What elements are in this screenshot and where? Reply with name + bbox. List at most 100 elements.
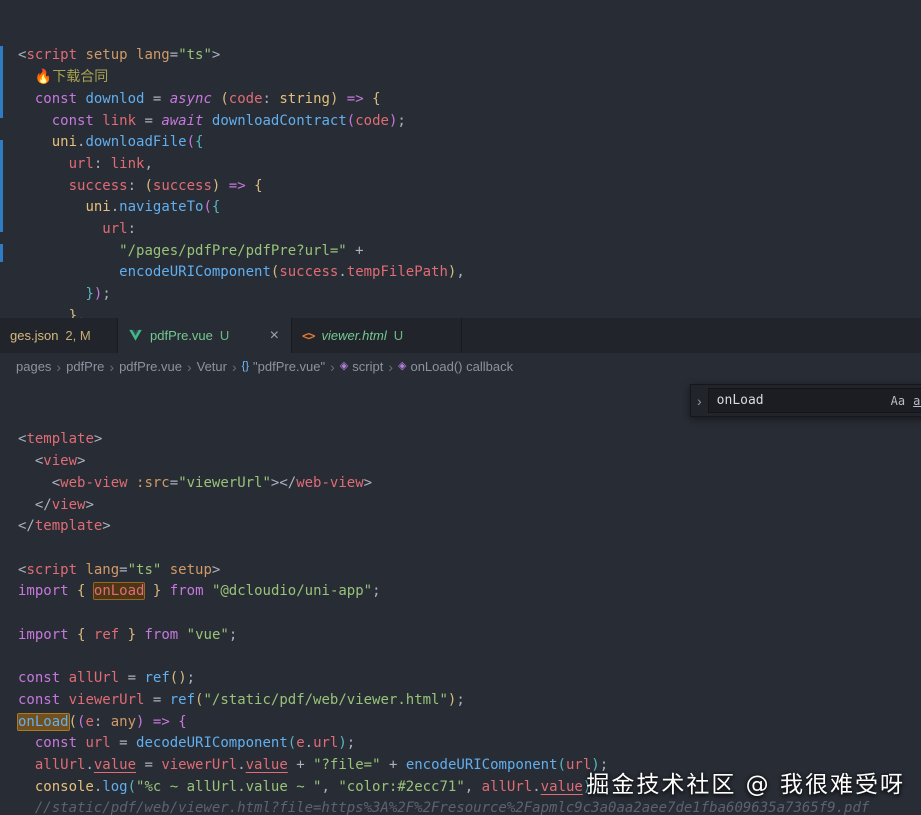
code-line[interactable]: 🔥下载合同 [18,67,921,89]
code-token: "viewerUrl" [178,475,271,491]
code-token: , [456,264,464,280]
code-token: const [35,735,77,751]
code-token [170,714,178,730]
code-token: ( [220,91,228,107]
code-line[interactable]: }); [18,284,921,306]
code-line[interactable]: const downlod = async (code: string) => … [18,89,921,111]
code-token: ( [69,714,77,730]
code-line[interactable] [18,538,921,560]
code-token: viewerUrl [60,692,144,708]
breadcrumb-label: pdfPre [66,359,104,374]
code-token: : [263,91,280,107]
code-token: = [111,735,136,751]
breadcrumb-item-pdfpre-vue[interactable]: pdfPre.vue [119,359,182,374]
code-token [144,583,152,599]
code-token: log [102,779,127,795]
close-icon[interactable]: × [268,328,281,344]
code-token: :src [128,475,170,491]
code-token: : [94,714,111,730]
code-line[interactable]: <script lang="ts" setup> [18,560,921,582]
code-line[interactable] [18,646,921,668]
code-token: //static/pdf/web/viewer.html?file=https%… [18,800,869,815]
code-token: </ [18,518,35,534]
whole-word-toggle-icon[interactable]: ab [910,392,921,410]
code-line[interactable]: const viewerUrl = ref("/static/pdf/web/v… [18,690,921,712]
code-token: template [26,431,93,447]
code-token: } [69,308,77,318]
code-token: ( [144,178,152,194]
editor-top[interactable]: <script setup lang="ts"> 🔥下载合同 const dow… [0,0,921,318]
tab-pdfpre-vue[interactable]: pdfPre.vue U × [118,318,292,353]
code-token: "color:#2ecc71" [338,779,464,795]
code-token [18,735,35,751]
code-token: url [102,221,127,237]
code-token: } [85,286,93,302]
code-token: script [26,47,77,63]
code-line[interactable]: </view> [18,495,921,517]
code-line[interactable]: </template> [18,516,921,538]
code-line[interactable]: const link = await downloadContract(code… [18,111,921,133]
breadcrumb-item-vetur[interactable]: Vetur [197,359,227,374]
code-token: } [128,627,136,643]
code-token [204,583,212,599]
code-token: "/static/pdf/web/viewer.html" [203,692,447,708]
code-line[interactable]: url: [18,219,921,241]
breadcrumb-item-script[interactable]: ◈script [340,359,384,374]
code-line[interactable]: }, [18,306,921,318]
code-token [18,199,85,215]
code-token: from [170,583,204,599]
code-token: </ [18,497,52,513]
breadcrumb-item-pdfpre-vue-symbol[interactable]: {} "pdfPre.vue" [242,359,325,374]
code-line[interactable]: "/pages/pdfPre/pdfPre?url=" + [18,241,921,263]
code-token: < [18,453,43,469]
code-line[interactable]: //static/pdf/web/viewer.html?file=https%… [18,798,921,815]
code-token: = [170,475,178,491]
code-token [69,627,77,643]
editor-bottom[interactable]: <template> <view> <web-view :src="viewer… [0,380,921,815]
find-input[interactable] [717,393,886,408]
code-line[interactable]: import { ref } from "vue"; [18,625,921,647]
code-line[interactable]: uni.navigateTo({ [18,197,921,219]
code-token [18,178,69,194]
code-token [18,134,52,150]
code-token: url [313,735,338,751]
code-token: > [102,518,110,534]
code-token: url [69,156,94,172]
breadcrumb-item-onload-callback[interactable]: ◈onLoad() callback [398,359,513,374]
code-line[interactable]: <template> [18,429,921,451]
code-token: ; [102,286,110,302]
code-token: . [237,757,245,773]
tab-bar-empty-space [462,318,921,353]
code-line[interactable]: uni.downloadFile({ [18,132,921,154]
code-line[interactable]: <script setup lang="ts"> [18,45,921,67]
code-token: "@dcloudio/uni-app" [212,583,372,599]
code-line[interactable]: const allUrl = ref(); [18,668,921,690]
code-line[interactable]: const url = decodeURIComponent(e.url); [18,733,921,755]
breadcrumb-label: "pdfPre.vue" [253,359,325,374]
code-token: allUrl [482,779,533,795]
tab-viewer-html[interactable]: <> viewer.html U [292,318,462,353]
code-line[interactable] [18,603,921,625]
code-line[interactable]: encodeURIComponent(success.tempFilePath)… [18,262,921,284]
braces-icon: {} [242,361,249,372]
code-token [18,113,52,129]
code-line[interactable]: import { onLoad } from "@dcloudio/uni-ap… [18,581,921,603]
code-line[interactable]: <web-view :src="viewerUrl"></web-view> [18,473,921,495]
breadcrumb-item-pages[interactable]: pages [16,359,51,374]
breadcrumb-item-pdfpre[interactable]: pdfPre [66,359,104,374]
code-line[interactable]: url: link, [18,154,921,176]
code-line[interactable]: onLoad((e: any) => { [18,712,921,734]
code-line[interactable]: success: (success) => { [18,176,921,198]
code-token: "ts" [178,47,212,63]
code-token: > [364,475,372,491]
tab-label: viewer.html [321,328,386,343]
chevron-right-icon: › [56,359,61,375]
git-status-badge: U [220,328,229,343]
tab-pages-json[interactable]: ges.json 2, M [0,318,118,353]
toggle-replace-chevron-icon[interactable]: › [697,393,702,409]
code-line[interactable]: <view> [18,451,921,473]
code-token [161,583,169,599]
match-case-toggle-icon[interactable]: Aa [888,392,908,410]
code-token: , [465,779,482,795]
code-token [18,243,119,259]
